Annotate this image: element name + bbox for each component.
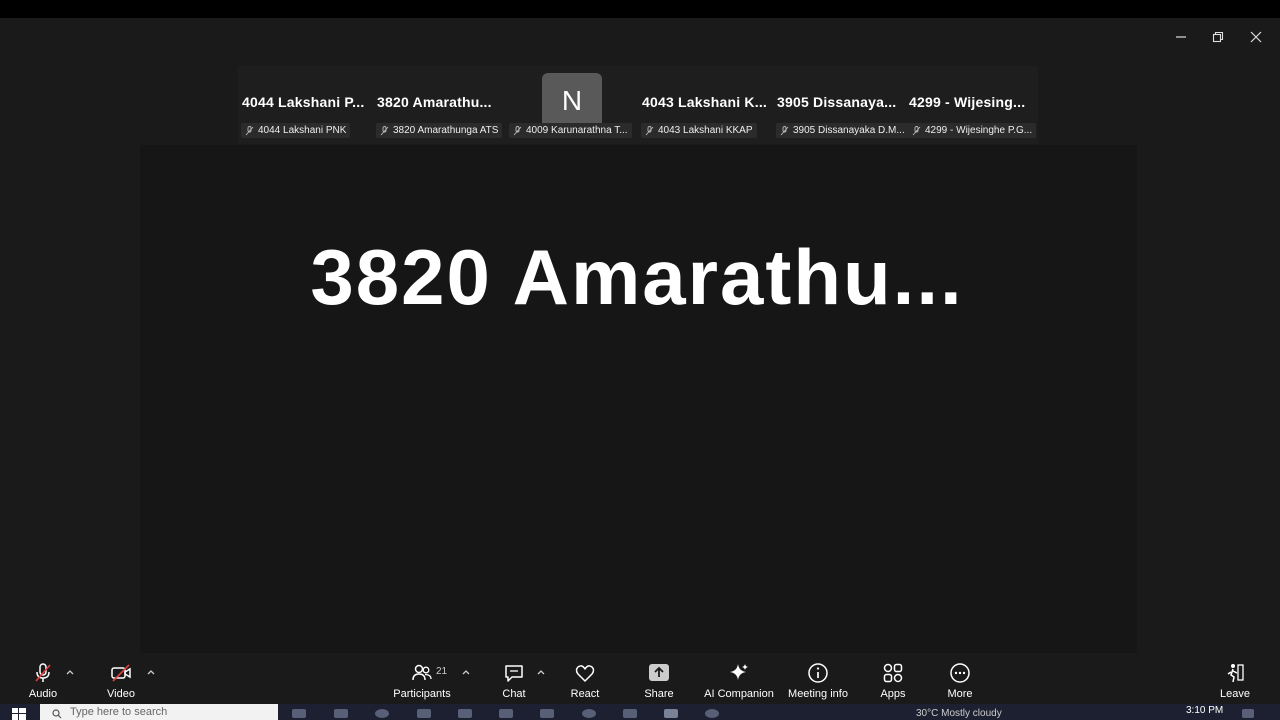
zoom-app-icon[interactable] [664, 709, 678, 718]
system-clock[interactable]: 3:10 PM [1186, 705, 1223, 716]
chat-icon [505, 665, 523, 682]
react-label: React [570, 688, 600, 700]
close-icon [1250, 31, 1262, 43]
task-view-icon[interactable] [292, 709, 306, 718]
leave-button[interactable]: Leave [1190, 662, 1280, 700]
participant-tile[interactable]: 4009 Karunarathna T... [506, 66, 638, 144]
meeting-info-label: Meeting info [788, 688, 848, 700]
taskbar-search-input[interactable]: Type here to search [40, 704, 278, 720]
audio-options-chevron-icon[interactable] [65, 668, 75, 676]
restore-icon [1212, 31, 1224, 43]
taskbar-app-icon[interactable] [499, 709, 513, 718]
participant-label-text: 3905 Dissanayaka D.M... [793, 125, 905, 136]
video-label: Video [107, 688, 135, 700]
apps-label: Apps [880, 688, 906, 700]
participant-name: 4299 - Wijesing... [909, 94, 1026, 110]
participant-label: 3905 Dissanayaka D.M... [776, 123, 909, 138]
taskbar-app-icon[interactable] [334, 709, 348, 718]
ai-companion-label: AI Companion [704, 688, 774, 700]
mic-muted-icon [780, 125, 789, 135]
weather-status[interactable]: 30°C Mostly cloudy [916, 708, 1002, 719]
more-icon [950, 663, 970, 683]
share-screen-icon [649, 664, 669, 681]
participant-label: 4044 Lakshani PNK [241, 123, 351, 138]
chat-label: Chat [502, 688, 526, 700]
video-off-icon [111, 664, 131, 682]
notification-icon[interactable] [1242, 709, 1254, 718]
participants-icon [412, 664, 432, 681]
participant-label-text: 4299 - Wijesinghe P.G... [925, 125, 1033, 136]
close-window-button[interactable] [1241, 26, 1271, 48]
restore-window-button[interactable] [1203, 26, 1233, 48]
participant-label: 4299 - Wijesinghe P.G... [908, 123, 1037, 138]
participants-label: Participants [393, 688, 451, 700]
windows-start-icon[interactable] [12, 708, 26, 720]
mic-muted-icon [912, 125, 921, 135]
participant-name: 3905 Dissanaya... [777, 94, 897, 110]
participant-name: 3820 Amarathu... [377, 94, 492, 110]
calculator-icon[interactable] [540, 709, 554, 718]
participant-label-text: 4009 Karunarathna T... [526, 125, 628, 136]
share-label: Share [644, 688, 674, 700]
mic-muted-icon [513, 125, 522, 135]
more-label: More [947, 688, 973, 700]
sparkle-icon [730, 664, 748, 680]
participant-label: 3820 Amarathunga ATS [376, 123, 503, 138]
mic-muted-icon [245, 125, 254, 135]
participant-count: 21 [436, 666, 448, 677]
leave-icon [1227, 664, 1244, 683]
participant-label-text: 4044 Lakshani PNK [258, 125, 347, 136]
participant-tile[interactable]: 3820 Amarathu... 3820 Amarathunga ATS [373, 66, 505, 144]
minimize-window-button[interactable] [1166, 26, 1196, 48]
participants-button[interactable]: Participants [377, 662, 467, 700]
apps-icon [883, 663, 903, 683]
participant-label: 4009 Karunarathna T... [509, 123, 632, 138]
heart-icon [575, 665, 595, 682]
search-icon [52, 709, 62, 719]
ai-companion-button[interactable]: AI Companion [694, 662, 784, 700]
share-button[interactable]: Share [614, 662, 704, 700]
participant-label-text: 4043 Lakshani KKAP [658, 125, 753, 136]
search-placeholder: Type here to search [70, 706, 168, 718]
active-speaker-name: 3820 Amarathu... [310, 233, 964, 321]
browser-icon[interactable] [375, 709, 389, 718]
top-black-strip [0, 0, 1280, 18]
participant-tile[interactable]: 4299 - Wijesing... 4299 - Wijesinghe P.G… [905, 66, 1039, 144]
file-explorer-icon[interactable] [417, 709, 431, 718]
participant-label: 4043 Lakshani KKAP [641, 123, 757, 138]
mic-muted-icon [380, 125, 389, 135]
active-speaker-stage[interactable] [140, 145, 1137, 653]
video-options-chevron-icon[interactable] [146, 668, 156, 676]
store-icon[interactable] [458, 709, 472, 718]
minimize-icon [1176, 36, 1186, 38]
info-icon [808, 663, 828, 683]
participant-name: 4044 Lakshani P... [242, 94, 365, 110]
participant-tile[interactable]: 3905 Dissanaya... 3905 Dissanayaka D.M..… [773, 66, 909, 144]
chrome-icon[interactable] [582, 709, 596, 718]
more-button[interactable]: More [915, 662, 1005, 700]
audio-label: Audio [28, 688, 58, 700]
mic-muted-icon [35, 663, 51, 682]
leave-label: Leave [1220, 688, 1250, 700]
mic-muted-icon [645, 125, 654, 135]
taskbar-app-icon[interactable] [623, 709, 637, 718]
participant-tile[interactable]: 4044 Lakshani P... 4044 Lakshani PNK [238, 66, 370, 144]
participant-label-text: 3820 Amarathunga ATS [393, 125, 499, 136]
taskbar-app-icon[interactable] [705, 709, 719, 718]
participant-name: 4043 Lakshani K... [642, 94, 767, 110]
participant-tile[interactable]: 4043 Lakshani K... 4043 Lakshani KKAP [638, 66, 770, 144]
